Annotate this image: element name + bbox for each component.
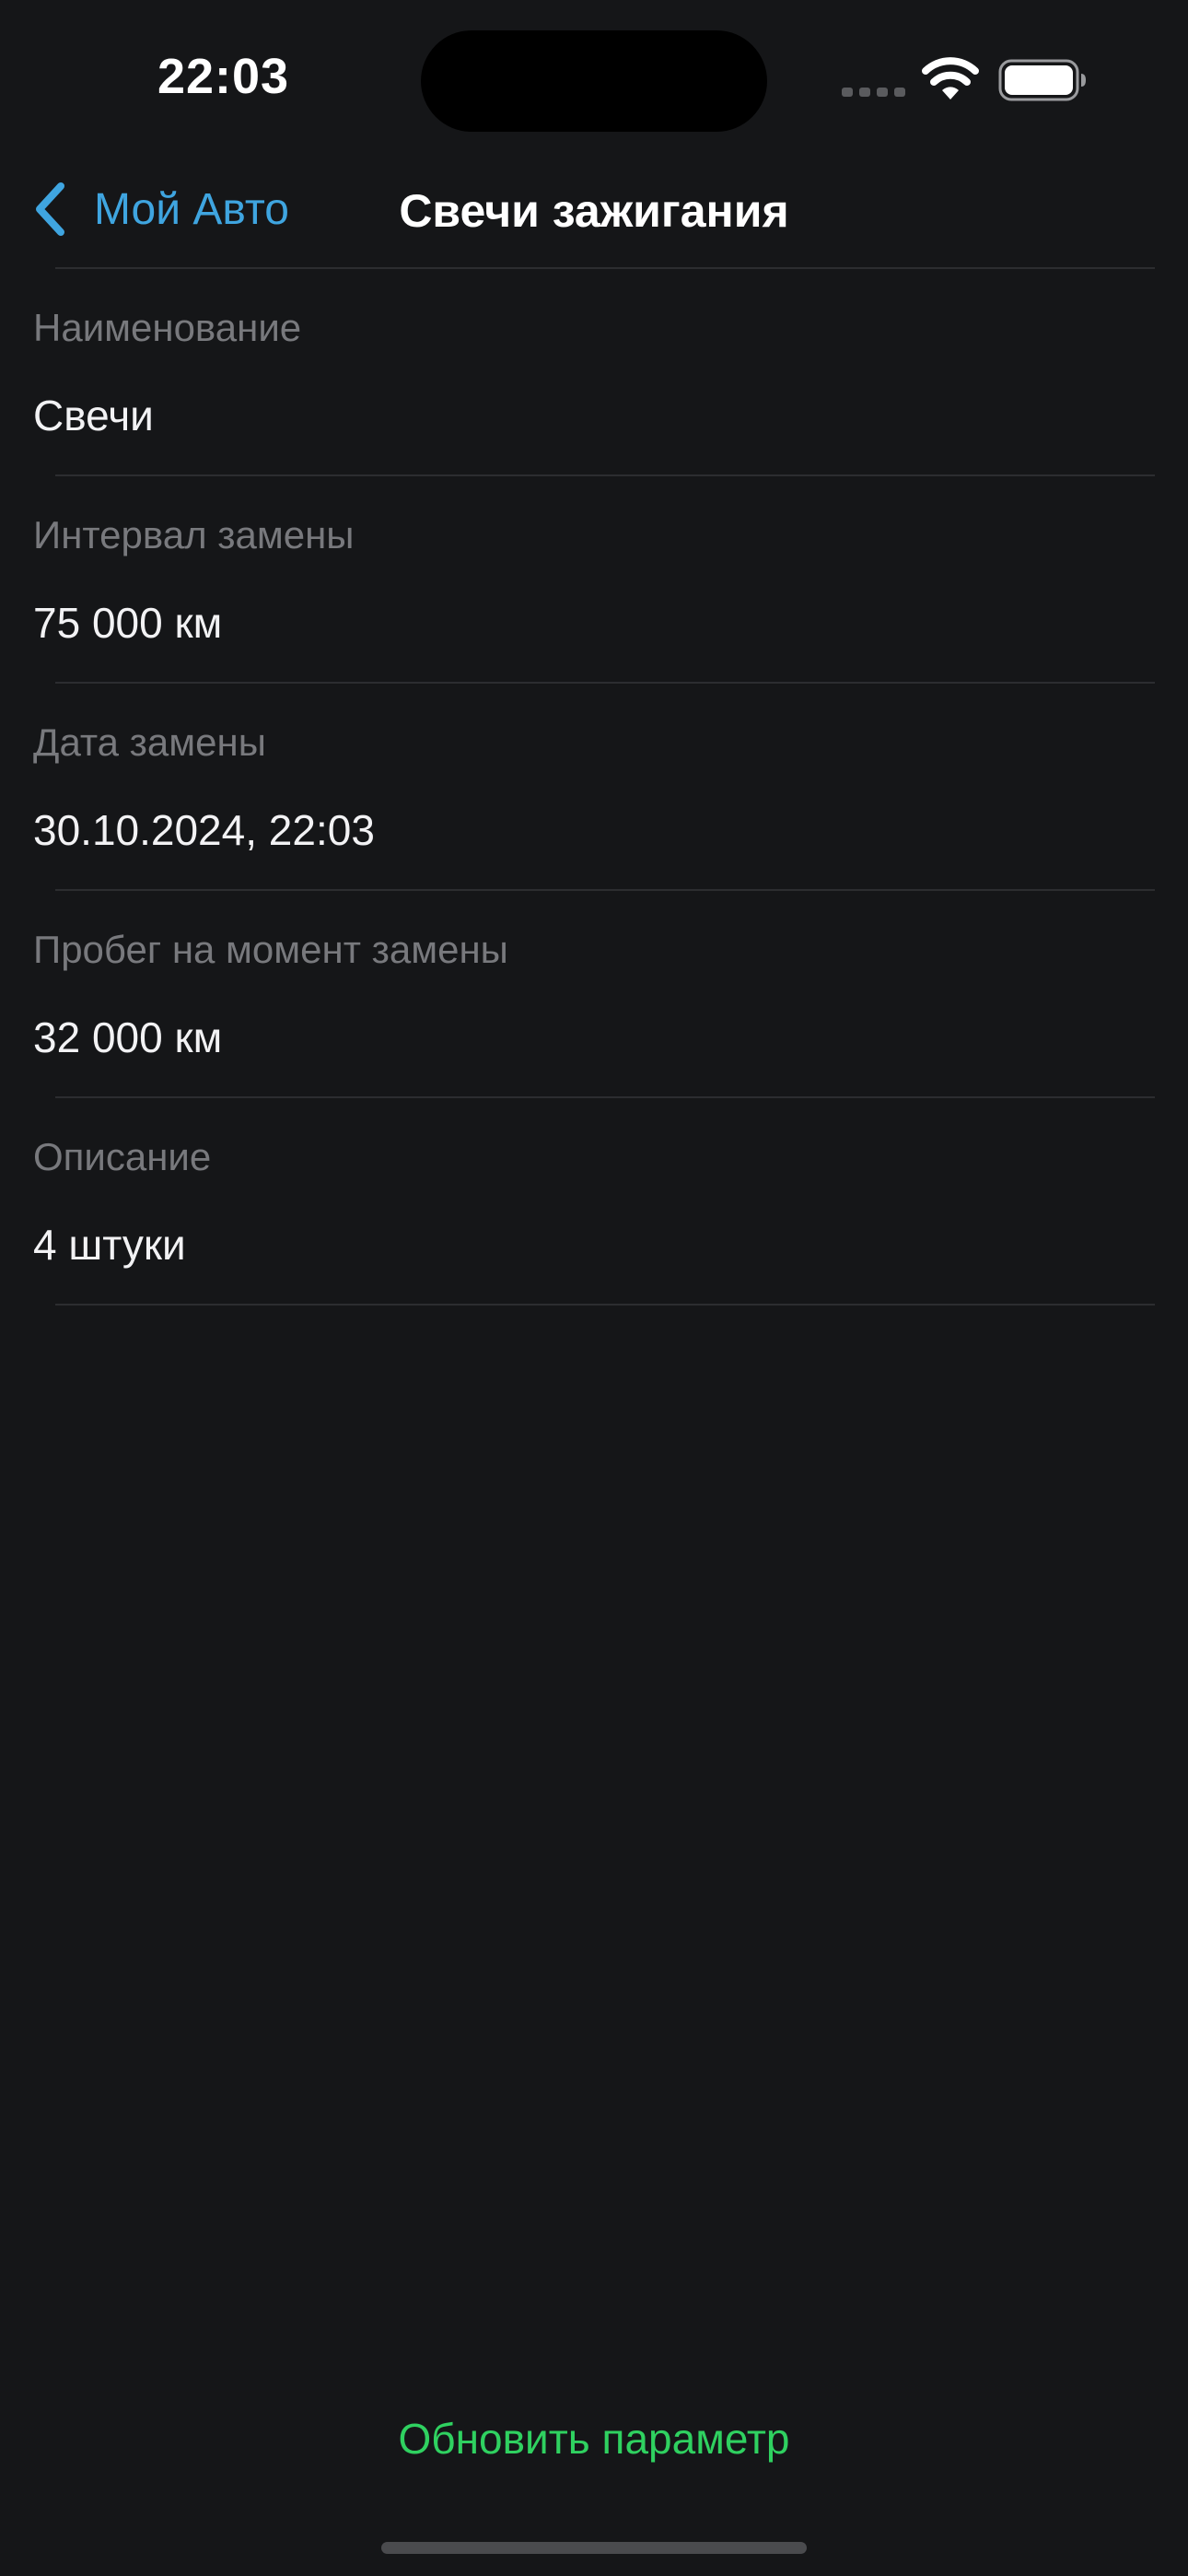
- navigation-bar: Мой Авто Свечи зажигания: [0, 157, 1188, 269]
- field-label: Интервал замены: [33, 513, 355, 556]
- field-value: 30.10.2024, 22:03: [33, 806, 375, 854]
- status-bar: 22:03: [0, 0, 1188, 157]
- home-indicator[interactable]: [381, 2542, 807, 2554]
- page-title: Свечи зажигания: [399, 185, 789, 237]
- field-label: Дата замены: [33, 720, 266, 764]
- field-value: 32 000 км: [33, 1013, 223, 1061]
- field-row-description: Описание 4 штуки: [0, 1098, 1188, 1306]
- field-row-name: Наименование Свечи: [0, 269, 1188, 476]
- row-divider: [55, 1304, 1155, 1306]
- field-value: 4 штуки: [33, 1221, 186, 1269]
- battery-icon: [998, 59, 1086, 101]
- wifi-icon: [922, 57, 979, 100]
- field-label: Описание: [33, 1135, 212, 1178]
- cellular-signal-icon: [842, 88, 905, 97]
- update-parameter-button[interactable]: Обновить параметр: [0, 2414, 1188, 2464]
- field-value: Свечи: [33, 392, 154, 439]
- field-value: 75 000 км: [33, 599, 223, 647]
- dynamic-island: [421, 30, 767, 132]
- field-label: Пробег на момент замены: [33, 928, 508, 971]
- field-row-interval: Интервал замены 75 000 км: [0, 476, 1188, 684]
- field-row-date: Дата замены 30.10.2024, 22:03: [0, 684, 1188, 891]
- status-time: 22:03: [157, 49, 290, 104]
- field-list: Наименование Свечи Интервал замены 75 00…: [0, 269, 1188, 1306]
- field-label: Наименование: [33, 306, 302, 349]
- field-row-mileage: Пробег на момент замены 32 000 км: [0, 891, 1188, 1098]
